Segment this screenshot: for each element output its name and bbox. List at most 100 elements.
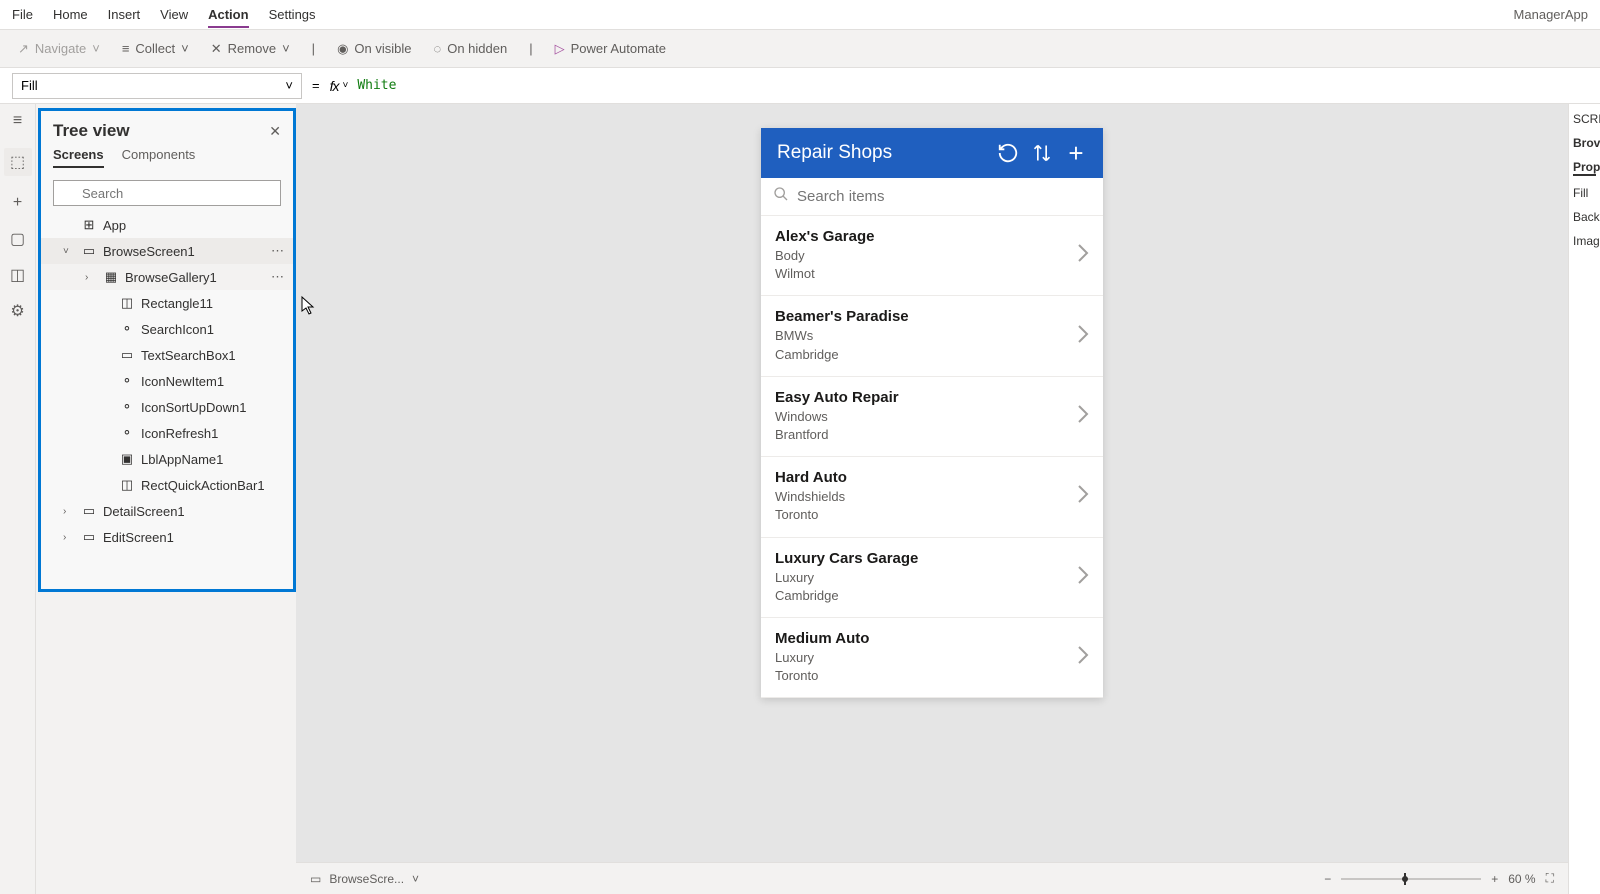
zoom-out-button[interactable]: −: [1324, 872, 1331, 886]
hamburger-icon[interactable]: ≡: [9, 112, 27, 130]
tree-item[interactable]: ⚬SearchIcon1: [41, 316, 293, 342]
control-icon: ⚬: [119, 425, 135, 441]
menu-settings[interactable]: Settings: [269, 7, 316, 22]
tree-item[interactable]: ›▦BrowseGallery1⋯: [41, 264, 293, 290]
tree-item-label: RectQuickActionBar1: [141, 478, 265, 493]
chevron-right-icon[interactable]: ›: [63, 506, 75, 517]
list-item[interactable]: Hard AutoWindshieldsToronto: [761, 457, 1103, 537]
app-preview: Repair Shops + Alex's GarageBodyWilmotB: [761, 128, 1103, 698]
menu-home[interactable]: Home: [53, 7, 88, 22]
add-icon[interactable]: +: [1065, 142, 1087, 164]
card-title: Easy Auto Repair: [775, 389, 1077, 406]
prop-fill[interactable]: Fill: [1573, 186, 1596, 200]
tree-item-label: IconNewItem1: [141, 374, 224, 389]
list-item[interactable]: Luxury Cars GarageLuxuryCambridge: [761, 538, 1103, 618]
card-subtitle-2: Toronto: [775, 506, 1077, 524]
tools-icon[interactable]: ⚙: [9, 302, 27, 320]
tree-item[interactable]: ⚬IconSortUpDown1: [41, 394, 293, 420]
rect-icon: ◫: [119, 477, 135, 493]
menu-view[interactable]: View: [160, 7, 188, 22]
tree-item[interactable]: ›▭EditScreen1: [41, 524, 293, 550]
close-icon[interactable]: ✕: [269, 123, 281, 140]
chevron-right-icon[interactable]: [1077, 645, 1089, 670]
more-options-icon[interactable]: ⋯: [271, 243, 285, 259]
navigate-button[interactable]: ↗ Navigate ˅: [18, 41, 100, 57]
main-area: ≡ ⬚ + ▢ ◫ ⚙ Tree view ✕ Screens Component…: [0, 104, 1600, 894]
tree-item-label: TextSearchBox1: [141, 348, 236, 363]
canvas-area: Repair Shops + Alex's GarageBodyWilmotB: [296, 104, 1568, 894]
control-icon: ⚬: [119, 373, 135, 389]
prop-back[interactable]: Back: [1573, 210, 1596, 224]
chevron-right-icon[interactable]: ›: [63, 532, 75, 543]
data-icon[interactable]: ▢: [9, 230, 27, 248]
tree-search-input[interactable]: [53, 180, 281, 206]
more-options-icon[interactable]: ⋯: [271, 269, 285, 285]
on-visible-button[interactable]: ◉ On visible: [337, 41, 411, 57]
card-title: Luxury Cars Garage: [775, 550, 1077, 567]
chevron-right-icon[interactable]: ›: [85, 272, 97, 283]
list-item[interactable]: Easy Auto RepairWindowsBrantford: [761, 377, 1103, 457]
chevron-right-icon[interactable]: [1077, 565, 1089, 590]
media-icon[interactable]: ◫: [9, 266, 27, 284]
tree-item-label: DetailScreen1: [103, 504, 185, 519]
tree-view-icon[interactable]: ⬚: [4, 148, 32, 176]
fx-label[interactable]: fx˅: [330, 78, 348, 94]
fullscreen-icon[interactable]: ⛶: [1546, 871, 1554, 886]
tree-item[interactable]: ▣LblAppName1: [41, 446, 293, 472]
chevron-down-icon: ˅: [342, 80, 347, 91]
remove-button[interactable]: ✕ Remove ˅: [211, 41, 290, 57]
chevron-down-icon[interactable]: ˅: [412, 872, 419, 886]
tree-tab-screens[interactable]: Screens: [53, 147, 104, 168]
chevron-down-icon[interactable]: ˅: [63, 246, 75, 257]
tree-item[interactable]: ◫Rectangle11: [41, 290, 293, 316]
insert-icon[interactable]: +: [9, 194, 27, 212]
app-icon: ⊞: [81, 217, 97, 233]
tree-item-label: BrowseGallery1: [125, 270, 217, 285]
refresh-icon[interactable]: [997, 142, 1019, 164]
prop-imag[interactable]: Imag: [1573, 234, 1596, 248]
menu-insert[interactable]: Insert: [108, 7, 141, 22]
chevron-right-icon[interactable]: [1077, 404, 1089, 429]
formula-input[interactable]: White: [357, 78, 1588, 93]
separator: |: [529, 41, 532, 56]
menu-action[interactable]: Action: [208, 7, 248, 28]
collect-button[interactable]: ≡ Collect ˅: [122, 41, 189, 56]
chevron-right-icon[interactable]: [1077, 243, 1089, 268]
zoom-in-button[interactable]: +: [1491, 872, 1498, 886]
tree-item[interactable]: ▭TextSearchBox1: [41, 342, 293, 368]
tree-item[interactable]: ◫ RectQuickActionBar1: [41, 472, 293, 498]
list-item[interactable]: Beamer's ParadiseBMWsCambridge: [761, 296, 1103, 376]
chevron-right-icon[interactable]: [1077, 484, 1089, 509]
tree-item[interactable]: ˅▭BrowseScreen1⋯: [41, 238, 293, 264]
card-subtitle-2: Cambridge: [775, 587, 1077, 605]
sort-icon[interactable]: [1031, 142, 1053, 164]
tree-item-label: IconSortUpDown1: [141, 400, 247, 415]
tree-item[interactable]: ⊞App: [41, 212, 293, 238]
tree-item-label: EditScreen1: [103, 530, 174, 545]
panel-sub: Brov: [1573, 136, 1596, 150]
tree-tab-components[interactable]: Components: [122, 147, 196, 168]
collect-icon: ≡: [122, 41, 130, 56]
card-title: Medium Auto: [775, 630, 1077, 647]
left-icon-rail: ≡ ⬚ + ▢ ◫ ⚙: [0, 104, 36, 894]
list-item[interactable]: Medium AutoLuxuryToronto: [761, 618, 1103, 698]
panel-prop-tab[interactable]: Prop: [1573, 160, 1596, 176]
zoom-slider[interactable]: [1341, 878, 1481, 880]
app-search-input[interactable]: [797, 188, 1091, 205]
chevron-right-icon[interactable]: [1077, 324, 1089, 349]
list-item[interactable]: Alex's GarageBodyWilmot: [761, 216, 1103, 296]
tree-item[interactable]: ⚬IconRefresh1: [41, 420, 293, 446]
screen-indicator-label[interactable]: BrowseScre...: [329, 872, 404, 886]
on-hidden-button[interactable]: ◌ On hidden: [433, 41, 507, 56]
card-subtitle-1: Windshields: [775, 488, 1077, 506]
flow-icon: ▷: [555, 41, 565, 57]
tree-view-panel: Tree view ✕ ScreensComponents 🔍 ⊞App˅▭Br…: [38, 108, 296, 592]
property-selector[interactable]: Fill ˅: [12, 73, 302, 99]
tree-item[interactable]: ⚬ IconNewItem1: [41, 368, 293, 394]
power-automate-button[interactable]: ▷ Power Automate: [555, 41, 666, 57]
status-bar: ▭ BrowseScre... ˅ − + 60 % ⛶: [296, 862, 1568, 894]
tree-view-title: Tree view: [53, 121, 130, 141]
card-subtitle-1: BMWs: [775, 327, 1077, 345]
menu-file[interactable]: File: [12, 7, 33, 22]
tree-item[interactable]: ›▭DetailScreen1: [41, 498, 293, 524]
